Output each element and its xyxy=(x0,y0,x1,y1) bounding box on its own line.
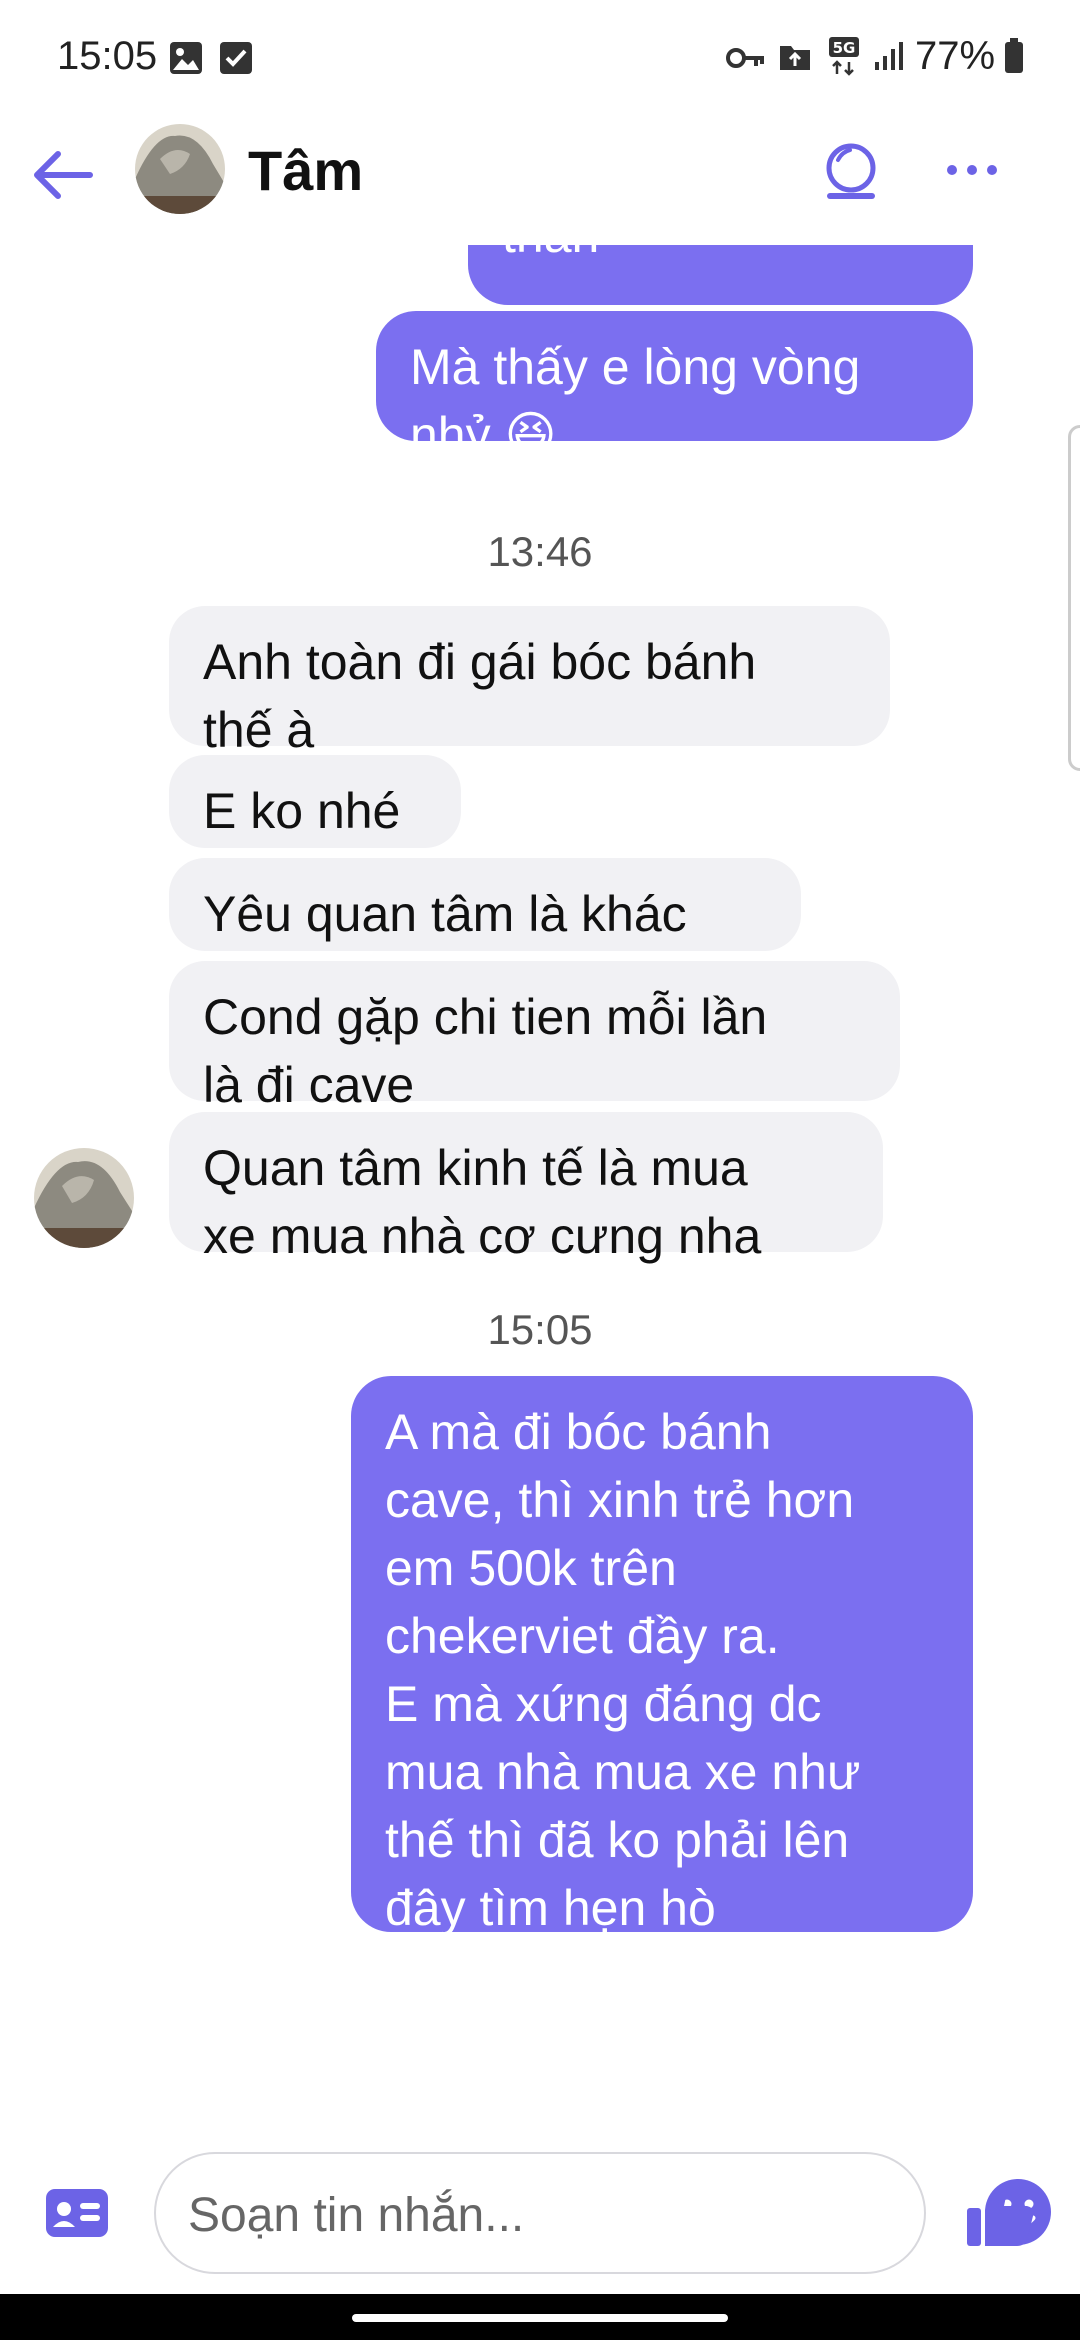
more-dots-icon xyxy=(947,165,997,175)
call-button[interactable] xyxy=(818,138,884,204)
signal-icon xyxy=(874,40,904,77)
battery-percent: 77% xyxy=(915,34,996,78)
incoming-message[interactable]: Yêu quan tâm là khác xyxy=(169,858,801,951)
incoming-message[interactable]: Cond gặp chi tien mỗi lần là đi cave xyxy=(169,961,900,1113)
network-5g-icon: 5G xyxy=(828,36,866,81)
contact-message-avatar[interactable] xyxy=(34,1148,134,1248)
video-call-icon xyxy=(826,143,876,199)
contact-card-button[interactable] xyxy=(44,2185,110,2241)
thumbs-up-icon xyxy=(967,2184,1034,2246)
contact-avatar[interactable] xyxy=(135,124,225,214)
more-options-button[interactable] xyxy=(942,150,1002,190)
message-input-container[interactable] xyxy=(154,2152,1051,2274)
check-notification-icon xyxy=(218,40,254,81)
chat-screen: 15:05 5G 77% Tâm Mà thấy e lòng vòng nhỷ… xyxy=(0,0,1080,2340)
timestamp: 15:05 xyxy=(487,1306,593,1353)
incoming-message[interactable]: Quan tâm kinh tế là mua xe mua nhà cơ cư… xyxy=(169,1112,883,1264)
scrollbar[interactable] xyxy=(1068,425,1080,771)
home-indicator[interactable] xyxy=(352,2314,728,2322)
contact-name[interactable]: Tâm xyxy=(248,138,363,203)
chat-header: Tâm xyxy=(0,110,1080,245)
battery-icon xyxy=(1004,38,1024,79)
system-nav-bar xyxy=(0,2294,1080,2340)
back-arrow-icon xyxy=(34,151,93,199)
id-card-icon xyxy=(46,2189,108,2237)
status-time: 15:05 xyxy=(57,34,158,78)
upload-folder-icon xyxy=(778,40,812,77)
incoming-message[interactable]: Anh toàn đi gái bóc bánh thế à xyxy=(169,606,890,758)
message-input[interactable] xyxy=(186,2176,830,2254)
key-icon xyxy=(726,44,766,77)
like-button[interactable] xyxy=(965,2178,1037,2250)
back-button[interactable] xyxy=(28,140,98,210)
outgoing-message[interactable]: A mà đi bóc bánh cave, thì xinh trẻ hơn … xyxy=(351,1376,973,1936)
svg-text:5G: 5G xyxy=(833,39,856,57)
message-list[interactable]: thân Mà thấy e lòng vòng nhỷ 😆 13:46 Anh… xyxy=(0,245,1080,2140)
outgoing-message[interactable]: thân xyxy=(468,245,973,305)
incoming-message[interactable]: E ko nhé xyxy=(169,755,461,848)
composer-bar xyxy=(0,2140,1080,2290)
status-bar: 15:05 5G 77% xyxy=(0,0,1080,110)
outgoing-message[interactable]: Mà thấy e lòng vòng nhỷ 😆 xyxy=(376,311,973,463)
timestamp: 13:46 xyxy=(487,528,593,575)
gallery-icon xyxy=(168,40,204,81)
